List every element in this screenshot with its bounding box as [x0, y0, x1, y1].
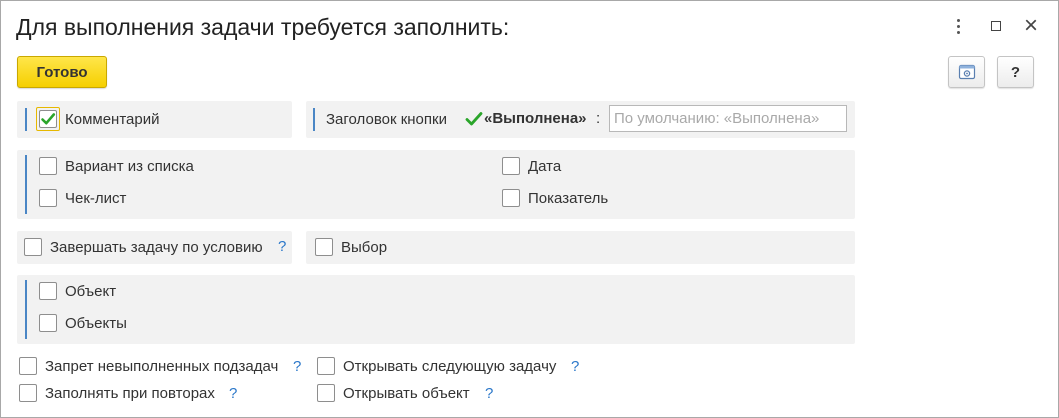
- finish-condition-help-icon[interactable]: ?: [278, 238, 286, 255]
- open-next-task-help-icon[interactable]: ?: [571, 358, 579, 375]
- choice-checkbox[interactable]: [315, 238, 333, 256]
- done-button[interactable]: Готово: [17, 56, 107, 88]
- open-object-checkbox[interactable]: [317, 384, 335, 402]
- choice-label: Выбор: [341, 239, 388, 256]
- fill-on-repeat-label: Заполнять при повторах: [45, 385, 215, 402]
- button-title-label: Заголовок кнопки: [326, 111, 447, 128]
- fill-on-repeat-help-icon[interactable]: ?: [229, 385, 237, 402]
- checklist-label: Чек-лист: [65, 190, 127, 207]
- check-green-icon: [465, 112, 483, 126]
- object-checkbox[interactable]: [39, 282, 57, 300]
- indicator-label: Показатель: [528, 190, 609, 207]
- settings-icon: [958, 64, 975, 80]
- open-object-label: Открывать объект: [343, 385, 470, 402]
- prohibit-incomplete-subtasks-help-icon[interactable]: ?: [293, 358, 301, 375]
- variant-list-checkbox[interactable]: [39, 157, 57, 175]
- date-checkbox[interactable]: [502, 157, 520, 175]
- finish-condition-label: Завершать задачу по условию: [50, 239, 263, 256]
- button-title-colon: :: [596, 110, 601, 127]
- finish-condition-checkbox[interactable]: [24, 238, 42, 256]
- comment-checkbox-box: [39, 110, 57, 128]
- prohibit-incomplete-subtasks-checkbox[interactable]: [19, 357, 37, 375]
- dialog-title: Для выполнения задачи требуется заполнит…: [16, 14, 510, 40]
- choice-panel: [306, 231, 855, 264]
- dialog-window: Для выполнения задачи требуется заполнит…: [0, 0, 1059, 418]
- comment-accent-bar: [25, 108, 27, 131]
- open-next-task-checkbox[interactable]: [317, 357, 335, 375]
- checklist-checkbox[interactable]: [39, 189, 57, 207]
- settings-button[interactable]: [948, 56, 985, 88]
- button-title-value: «Выполнена»: [484, 110, 587, 127]
- objects-accent-bar: [25, 280, 27, 339]
- task-data-accent-bar: [25, 155, 27, 214]
- comment-label: Комментарий: [65, 111, 160, 128]
- open-next-task-label: Открывать следующую задачу: [343, 358, 557, 375]
- maximize-icon[interactable]: [983, 13, 1009, 39]
- indicator-checkbox[interactable]: [502, 189, 520, 207]
- fill-on-repeat-checkbox[interactable]: [19, 384, 37, 402]
- objects-checkbox[interactable]: [39, 314, 57, 332]
- comment-checkbox[interactable]: [36, 107, 60, 131]
- close-icon[interactable]: ×: [1018, 13, 1044, 39]
- button-title-input[interactable]: [609, 105, 847, 132]
- help-button[interactable]: ?: [997, 56, 1034, 88]
- objects-panel: [17, 275, 855, 344]
- open-object-help-icon[interactable]: ?: [485, 385, 493, 402]
- date-label: Дата: [528, 158, 562, 175]
- prohibit-incomplete-subtasks-label: Запрет невыполненных подзадач: [45, 358, 279, 375]
- variant-list-label: Вариант из списка: [65, 158, 194, 175]
- button-title-accent-bar: [313, 108, 315, 131]
- object-label: Объект: [65, 283, 117, 300]
- checkmark-icon: [41, 113, 56, 125]
- more-icon[interactable]: [945, 13, 971, 39]
- objects-label: Объекты: [65, 315, 127, 332]
